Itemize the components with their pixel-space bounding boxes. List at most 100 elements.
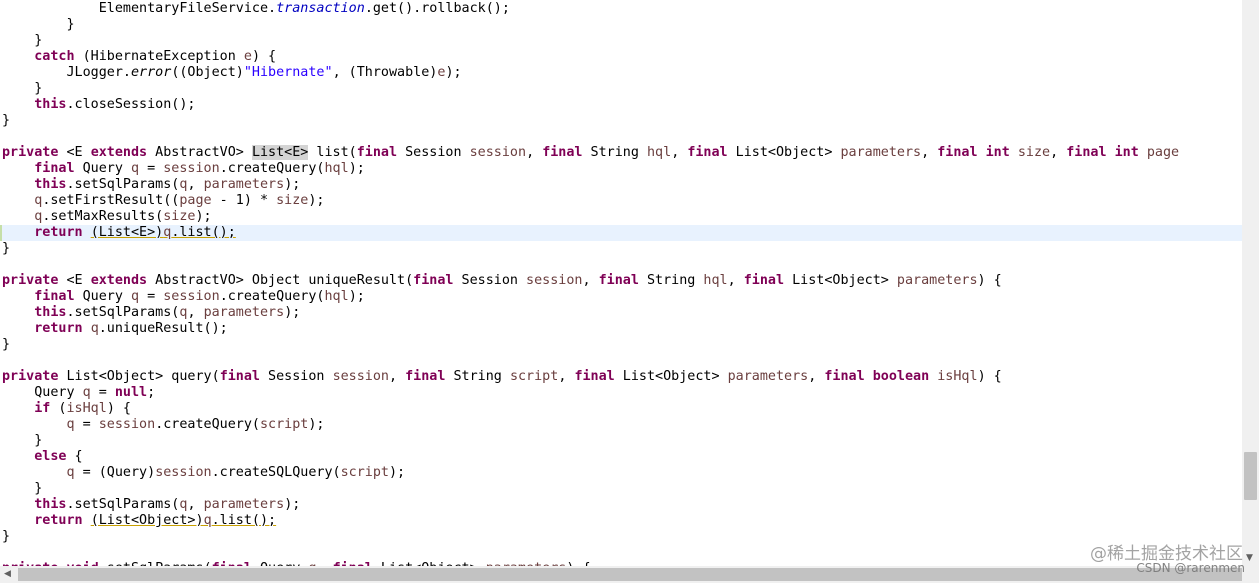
code-token: } xyxy=(2,529,11,544)
code-token: e xyxy=(243,49,252,64)
code-line[interactable]: catch (HibernateException e) { xyxy=(2,49,1242,65)
code-line[interactable]: else { xyxy=(2,449,1242,465)
code-token: size xyxy=(163,209,196,224)
code-token: setSqlParams( xyxy=(99,561,212,566)
code-token: } xyxy=(2,113,11,128)
code-line[interactable]: final Query q = session.createQuery(hql)… xyxy=(2,289,1242,305)
code-token: q xyxy=(131,161,140,176)
code-token: return xyxy=(34,321,83,336)
code-line[interactable]: q.setFirstResult((page - 1) * size); xyxy=(2,193,1242,209)
code-line[interactable]: q = (Query)session.createSQLQuery(script… xyxy=(2,465,1242,481)
code-line[interactable]: } xyxy=(2,481,1242,497)
code-line[interactable]: private <E extends AbstractVO> Object un… xyxy=(2,273,1242,289)
code-token: q xyxy=(66,417,75,432)
chevron-down-icon[interactable]: ▼ xyxy=(1246,553,1253,563)
code-token: List<Object> query( xyxy=(58,369,220,384)
code-line[interactable] xyxy=(2,353,1242,369)
code-line[interactable]: q.setMaxResults(size); xyxy=(2,209,1242,225)
code-line[interactable]: return (List<Object>)q.list(); xyxy=(2,513,1242,529)
code-line[interactable]: } xyxy=(2,529,1242,545)
code-line[interactable] xyxy=(2,545,1242,561)
vertical-scroll-thumb[interactable] xyxy=(1244,452,1257,500)
code-line[interactable] xyxy=(2,257,1242,273)
code-token: else xyxy=(34,449,67,464)
code-token: final xyxy=(405,369,446,384)
code-token: ); xyxy=(284,497,301,512)
code-line[interactable]: private <E extends AbstractVO> List<E> l… xyxy=(2,145,1242,161)
code-line[interactable]: } xyxy=(2,241,1242,257)
code-token: void xyxy=(67,561,99,566)
code-line[interactable]: } xyxy=(2,113,1242,129)
code-token: session xyxy=(98,417,156,432)
code-token: String xyxy=(638,273,704,288)
code-line[interactable]: } xyxy=(2,17,1242,33)
code-token: private xyxy=(2,561,58,566)
code-token: (List<E>) xyxy=(90,225,164,240)
code-token: , xyxy=(187,305,204,320)
code-line[interactable]: } xyxy=(2,81,1242,97)
code-token: this xyxy=(34,305,67,320)
chevron-left-icon[interactable]: ◀ xyxy=(4,568,11,581)
code-line[interactable]: } xyxy=(2,33,1242,49)
code-token: session xyxy=(526,273,583,288)
code-token: String xyxy=(445,369,510,384)
code-line[interactable]: return q.uniqueResult(); xyxy=(2,321,1242,337)
horizontal-scroll-thumb[interactable] xyxy=(18,568,1242,581)
code-line[interactable]: return (List<E>)q.list(); xyxy=(2,225,1242,241)
code-token: (HibernateException xyxy=(74,49,244,64)
horizontal-scrollbar[interactable]: ◀ xyxy=(0,566,1242,583)
code-token: JLogger. xyxy=(66,65,132,80)
code-token: , xyxy=(1050,145,1067,160)
code-token: List<Object> xyxy=(727,145,841,160)
code-line[interactable]: private void setSqlParams(final Query q,… xyxy=(2,561,1242,566)
code-line[interactable]: final Query q = session.createQuery(hql)… xyxy=(2,161,1242,177)
code-token: Query xyxy=(74,289,131,304)
code-token: q xyxy=(203,513,212,528)
watermark-csdn: CSDN @rarenmen xyxy=(1136,561,1245,575)
code-token: Query xyxy=(74,161,131,176)
code-token: List<Object> xyxy=(784,273,897,288)
code-line[interactable]: this.setSqlParams(q, parameters); xyxy=(2,497,1242,513)
code-line[interactable]: } xyxy=(2,337,1242,353)
code-token: isHql xyxy=(937,369,978,384)
code-token: int xyxy=(985,145,1010,160)
code-token: final xyxy=(824,369,865,384)
code-line[interactable]: this.setSqlParams(q, parameters); xyxy=(2,177,1242,193)
code-line[interactable]: JLogger.error((Object)"Hibernate", (Thro… xyxy=(2,65,1242,81)
vertical-scrollbar[interactable]: ▼ xyxy=(1242,0,1259,566)
code-line[interactable]: Query q = null; xyxy=(2,385,1242,401)
code-token: null xyxy=(114,385,148,400)
code-token: , xyxy=(727,273,744,288)
code-token: } xyxy=(34,81,43,96)
code-token: Session xyxy=(397,145,470,160)
code-token: final xyxy=(333,561,373,566)
code-line[interactable]: this.closeSession(); xyxy=(2,97,1242,113)
code-token: ) { xyxy=(251,49,277,64)
code-token: catch xyxy=(34,49,75,64)
code-token: ); xyxy=(348,161,365,176)
code-line[interactable] xyxy=(2,129,1242,145)
code-line[interactable]: q = session.createQuery(script); xyxy=(2,417,1242,433)
code-line[interactable]: if (isHql) { xyxy=(2,401,1242,417)
code-line[interactable]: ElementaryFileService.transaction.get().… xyxy=(2,1,1242,17)
code-token: final xyxy=(219,369,260,384)
code-token: AbstractVO> Object uniqueResult( xyxy=(147,273,414,288)
code-line[interactable]: private List<Object> query(final Session… xyxy=(2,369,1242,385)
code-token: parameters xyxy=(840,145,922,160)
code-token: this xyxy=(34,97,67,112)
code-line[interactable]: } xyxy=(2,433,1242,449)
code-line[interactable]: this.setSqlParams(q, parameters); xyxy=(2,305,1242,321)
code-editor[interactable]: ElementaryFileService.transaction.get().… xyxy=(0,0,1242,566)
code-token: hql xyxy=(324,289,349,304)
